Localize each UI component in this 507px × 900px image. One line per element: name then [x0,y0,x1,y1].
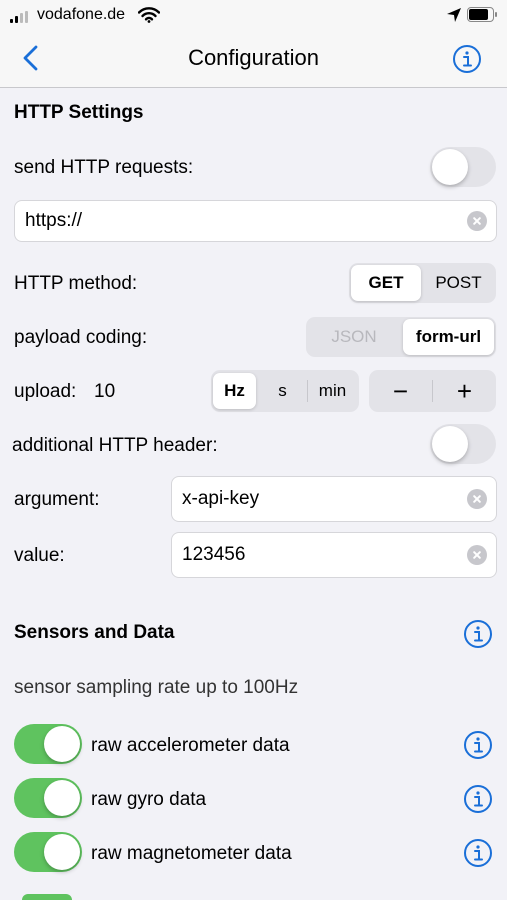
magnetometer-label: raw magnetometer data [91,843,292,864]
send-http-requests-label: send HTTP requests: [14,157,194,178]
info-icon[interactable] [463,730,493,760]
next-toggle-partial[interactable] [22,894,72,900]
argument-field-value: x-api-key [182,488,260,509]
info-icon[interactable] [452,44,482,74]
clear-icon[interactable] [467,211,487,231]
http-method-segmented-control[interactable]: GET POST [349,263,496,303]
info-icon[interactable] [463,619,493,649]
unit-option-min[interactable]: min [308,373,357,409]
upload-value: 10 [94,381,116,402]
location-arrow-icon [447,8,461,22]
upload-stepper[interactable]: − + [369,370,496,412]
carrier-name: vodafone.de [37,6,126,23]
sensors-heading: Sensors and Data [14,622,175,643]
payload-coding-segmented-control[interactable]: JSON form-url [306,317,496,357]
argument-field[interactable]: x-api-key [171,476,497,522]
coding-option-json[interactable]: JSON [308,319,400,355]
coding-option-form-url[interactable]: form-url [403,319,494,355]
accelerometer-toggle[interactable] [14,724,82,764]
additional-header-toggle[interactable] [430,424,496,464]
argument-label: argument: [14,489,100,510]
sampling-rate-text: sensor sampling rate up to 100Hz [14,677,299,698]
url-field[interactable]: https:// [14,200,497,242]
unit-option-hz[interactable]: Hz [213,373,256,409]
additional-header-label: additional HTTP header: [12,435,218,456]
upload-label: upload: [14,381,77,402]
magnetometer-toggle[interactable] [14,832,82,872]
value-field[interactable]: 123456 [171,532,497,578]
method-option-post[interactable]: POST [423,265,494,301]
method-option-get[interactable]: GET [351,265,421,301]
http-method-label: HTTP method: [14,273,138,294]
gyro-label: raw gyro data [91,789,207,810]
stepper-plus-button[interactable]: + [433,373,496,409]
url-field-value: https:// [25,210,83,231]
info-icon[interactable] [463,838,493,868]
battery-icon [467,7,497,22]
http-settings-heading: HTTP Settings [14,102,144,123]
send-http-requests-toggle[interactable] [430,147,496,187]
unit-option-s[interactable]: s [259,373,306,409]
info-icon[interactable] [463,784,493,814]
value-label: value: [14,545,65,566]
clear-icon[interactable] [467,489,487,509]
wifi-icon [138,7,160,23]
upload-unit-segmented-control[interactable]: Hz s min [211,370,359,412]
page-title: Configuration [188,45,319,70]
gyro-toggle[interactable] [14,778,82,818]
payload-coding-label: payload coding: [14,327,148,348]
stepper-minus-button[interactable]: − [369,373,432,409]
value-field-value: 123456 [182,544,246,565]
accelerometer-label: raw accelerometer data [91,735,290,756]
clear-icon[interactable] [467,545,487,565]
signal-icon [10,11,30,23]
